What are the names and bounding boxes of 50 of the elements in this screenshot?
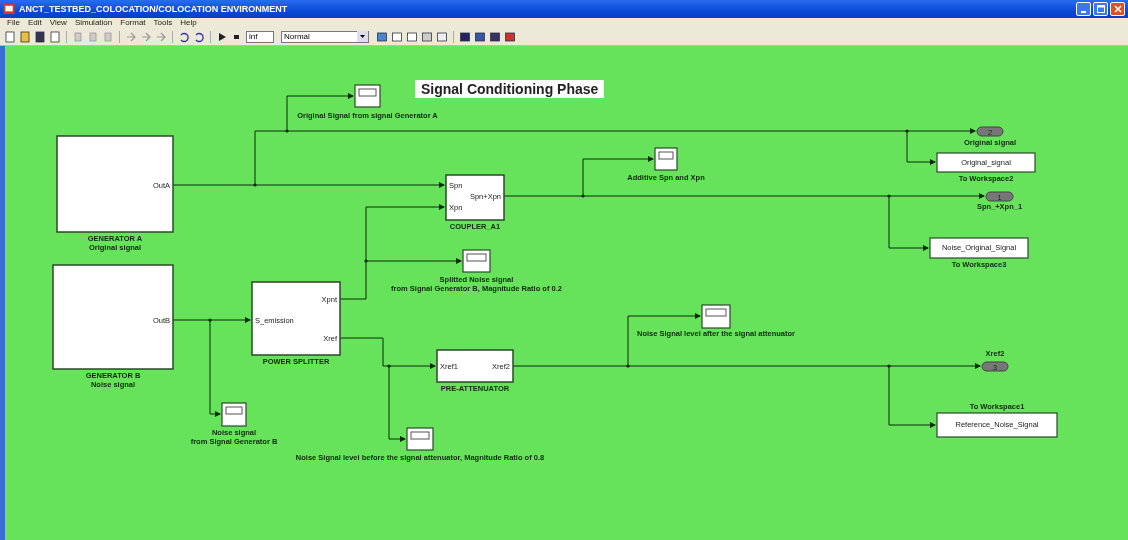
scope-block[interactable] — [701, 304, 731, 329]
simulation-mode-dropdown[interactable]: Normal — [281, 30, 369, 43]
outport-block[interactable] — [976, 126, 1004, 137]
close-icon — [1113, 5, 1122, 13]
branch-point — [581, 194, 585, 198]
workspace-block[interactable] — [936, 412, 1058, 438]
document-icon[interactable] — [406, 30, 418, 43]
menu-item[interactable]: Help — [177, 18, 200, 28]
minimize-button[interactable] — [1076, 2, 1091, 16]
menu-item[interactable]: File — [4, 18, 23, 28]
scope-block[interactable] — [654, 147, 678, 171]
subsystem-block[interactable] — [52, 264, 174, 370]
play-icon[interactable] — [216, 30, 228, 43]
branch-point — [626, 364, 630, 368]
menu-item[interactable]: Simulation — [71, 18, 116, 28]
branch-point — [387, 364, 391, 368]
branch-point — [208, 318, 212, 322]
branch-point — [887, 194, 891, 198]
undo-icon[interactable] — [178, 30, 190, 43]
menu-item[interactable]: Format — [117, 18, 149, 28]
menu-item[interactable]: View — [46, 18, 70, 28]
subsystem-block[interactable] — [56, 135, 174, 233]
branch-point — [285, 129, 289, 133]
redo-icon[interactable] — [193, 30, 205, 43]
new-file-icon[interactable] — [4, 30, 16, 43]
scope-block[interactable] — [406, 427, 434, 451]
diagram-title: Signal Conditioning Phase — [415, 80, 605, 98]
branch-point — [905, 129, 909, 133]
outport-block[interactable] — [985, 191, 1014, 202]
scope-block[interactable] — [354, 84, 381, 108]
caret-icon — [357, 31, 368, 42]
branch-point — [364, 259, 368, 263]
workspace-block[interactable] — [929, 237, 1029, 259]
scope-block[interactable] — [462, 249, 491, 273]
close-button[interactable] — [1110, 2, 1125, 16]
scope-block[interactable] — [221, 402, 247, 427]
maximize-icon — [1096, 5, 1105, 13]
outport-block[interactable] — [981, 361, 1009, 372]
subsystem-block[interactable] — [251, 281, 341, 356]
branch-point — [887, 364, 891, 368]
menu-item[interactable]: Tools — [150, 18, 176, 28]
maximize-button[interactable] — [1093, 2, 1108, 16]
app-icon — [3, 3, 15, 15]
menu-item[interactable]: Edit — [24, 18, 45, 28]
subsystem-block[interactable] — [436, 349, 514, 383]
stop-time-field[interactable]: inf — [246, 30, 274, 43]
window-title: ANCT_TESTBED_COLOCATION/COLOCATION ENVIRONMENT — [19, 4, 288, 14]
workspace-block[interactable] — [936, 152, 1036, 173]
subsystem-block[interactable] — [445, 174, 505, 221]
branch-point — [253, 183, 257, 187]
